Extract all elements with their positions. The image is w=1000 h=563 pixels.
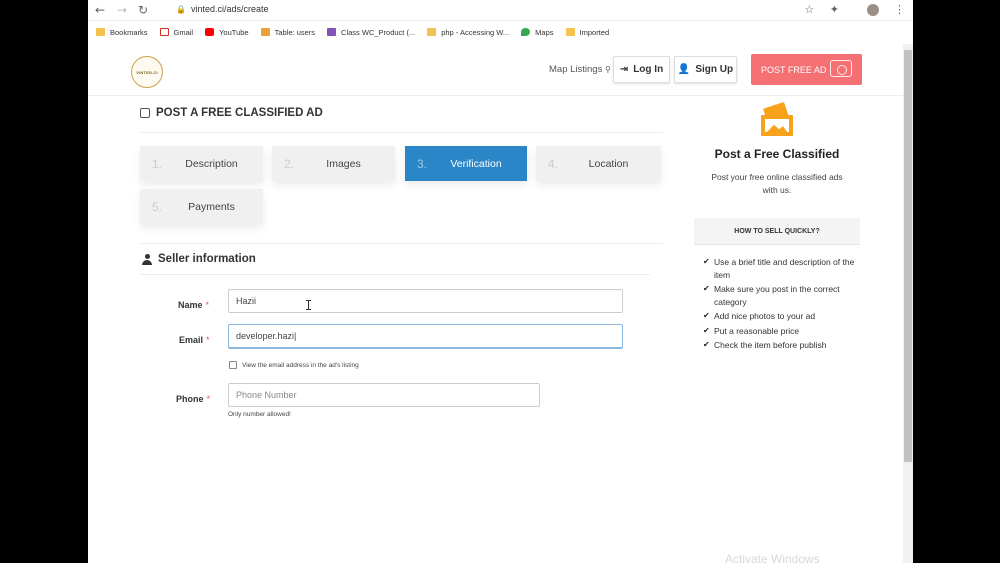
divider bbox=[140, 274, 650, 275]
lock-icon: 🔒 bbox=[176, 5, 186, 14]
bookmark-bookmarks[interactable]: Bookmarks bbox=[96, 28, 148, 37]
bookmark-woocommerce[interactable]: Class WC_Product (... bbox=[327, 28, 415, 37]
activate-windows-watermark: Activate Windows bbox=[725, 552, 820, 563]
address-bar: ← → ↻ 🔒 vinted.ci/ads/create ☆ ✦ ⋮ bbox=[88, 0, 913, 21]
list-item: ✔ Add nice photos to your ad bbox=[703, 311, 816, 321]
sidebar-title: Post a Free Classified bbox=[714, 147, 840, 161]
section-title: Seller information bbox=[142, 253, 256, 265]
phone-field[interactable] bbox=[228, 383, 540, 407]
check-icon: ✔ bbox=[703, 257, 710, 266]
step-description[interactable]: 1. Description bbox=[140, 146, 263, 181]
step-payments[interactable]: 5. Payments bbox=[140, 189, 263, 224]
forward-icon[interactable]: → bbox=[117, 3, 127, 17]
signup-button[interactable]: 👤 Sign Up bbox=[674, 56, 737, 83]
check-icon: ✔ bbox=[703, 284, 710, 293]
scrollbar-thumb[interactable] bbox=[904, 50, 912, 462]
woocommerce-icon bbox=[327, 28, 337, 36]
youtube-icon bbox=[205, 28, 215, 36]
back-icon[interactable]: ← bbox=[95, 3, 105, 17]
add-user-icon: 👤 bbox=[677, 64, 691, 75]
browser-chrome: ← → ↻ 🔒 vinted.ci/ads/create ☆ ✦ ⋮ Bookma… bbox=[88, 0, 913, 44]
mouse-cursor bbox=[306, 300, 311, 310]
step-images[interactable]: 2. Images bbox=[272, 146, 395, 181]
check-icon: ✔ bbox=[703, 311, 710, 320]
check-icon: ✔ bbox=[703, 325, 710, 335]
menu-icon[interactable]: ⋮ bbox=[894, 3, 905, 16]
page-title: POST A FREE CLASSIFIED AD bbox=[140, 107, 323, 119]
step-location[interactable]: 4. Location bbox=[536, 146, 661, 181]
list-item: ✔ Make sure you post in the correct categ… bbox=[703, 284, 840, 307]
maps-icon bbox=[521, 28, 531, 36]
site-header: VINTED.CI Map Listings ⚲ ⇥ Log In 👤 Sign U… bbox=[88, 44, 903, 96]
login-icon: ⇥ bbox=[619, 64, 629, 75]
email-field[interactable] bbox=[228, 324, 623, 348]
user-icon bbox=[142, 253, 152, 265]
name-field[interactable] bbox=[228, 289, 623, 313]
tips-list: ✔ Use a brief title and description of th… bbox=[703, 256, 858, 354]
camera-icon bbox=[830, 60, 852, 77]
post-free-ad-button[interactable]: POST FREE AD bbox=[751, 54, 862, 85]
stackoverflow-icon bbox=[427, 28, 437, 36]
list-item: ✔ Use a brief title and description of th… bbox=[703, 257, 855, 280]
map-listings-link[interactable]: Map Listings ⚲ bbox=[549, 64, 611, 75]
scrollbar[interactable] bbox=[903, 44, 913, 563]
bookmark-gmail[interactable]: Gmail bbox=[159, 28, 193, 37]
step-verification[interactable]: 3. Verification bbox=[405, 146, 527, 181]
bookmark-php[interactable]: php - Accessing W... bbox=[427, 28, 509, 37]
edit-icon bbox=[140, 108, 150, 118]
reload-icon[interactable]: ↻ bbox=[138, 3, 148, 17]
list-item: ✔ Put a reasonable price bbox=[703, 325, 800, 336]
url-text: vinted.ci/ads/create bbox=[190, 4, 269, 14]
folder-icon bbox=[96, 28, 105, 36]
show-email-checkbox[interactable] bbox=[229, 361, 237, 369]
site-logo[interactable]: VINTED.CI bbox=[131, 56, 163, 88]
divider bbox=[140, 243, 663, 244]
bookmark-table-users[interactable]: Table: users bbox=[260, 28, 315, 37]
gmail-icon bbox=[159, 28, 169, 36]
bookmark-maps[interactable]: Maps bbox=[521, 28, 554, 37]
photo-gallery-icon bbox=[759, 101, 796, 137]
phone-label: Phone * bbox=[176, 394, 211, 404]
folder-icon bbox=[565, 28, 575, 36]
how-to-sell-heading: HOW TO SELL QUICKLY? bbox=[694, 218, 860, 245]
table-icon bbox=[260, 28, 270, 36]
email-label: Email * bbox=[179, 335, 210, 345]
bookmark-youtube[interactable]: YouTube bbox=[205, 28, 249, 37]
page: VINTED.CI Map Listings ⚲ ⇥ Log In 👤 Sign U… bbox=[88, 44, 903, 563]
map-pin-icon: ⚲ bbox=[604, 65, 611, 74]
show-email-checkbox-row[interactable]: View the email address in the ad's listi… bbox=[229, 361, 359, 369]
check-icon: ✔ bbox=[703, 340, 710, 349]
profile-avatar[interactable] bbox=[855, 3, 879, 16]
extension-icon[interactable]: ✦ bbox=[830, 3, 839, 16]
list-item: ✔ Check the item before publish bbox=[703, 340, 827, 350]
divider bbox=[140, 132, 663, 133]
bookmark-imported[interactable]: Imported bbox=[565, 28, 609, 37]
login-button[interactable]: ⇥ Log In bbox=[613, 56, 670, 83]
star-icon[interactable]: ☆ bbox=[804, 3, 814, 16]
bookmarks-bar: Bookmarks Gmail YouTube Table: users Cla… bbox=[88, 22, 913, 42]
url-field[interactable]: 🔒 vinted.ci/ads/create bbox=[176, 4, 269, 14]
phone-helper-text: Only number allowed! bbox=[228, 411, 291, 418]
sidebar-description: Post your free online classified ads wit… bbox=[711, 172, 843, 195]
name-label: Name * bbox=[178, 300, 210, 310]
